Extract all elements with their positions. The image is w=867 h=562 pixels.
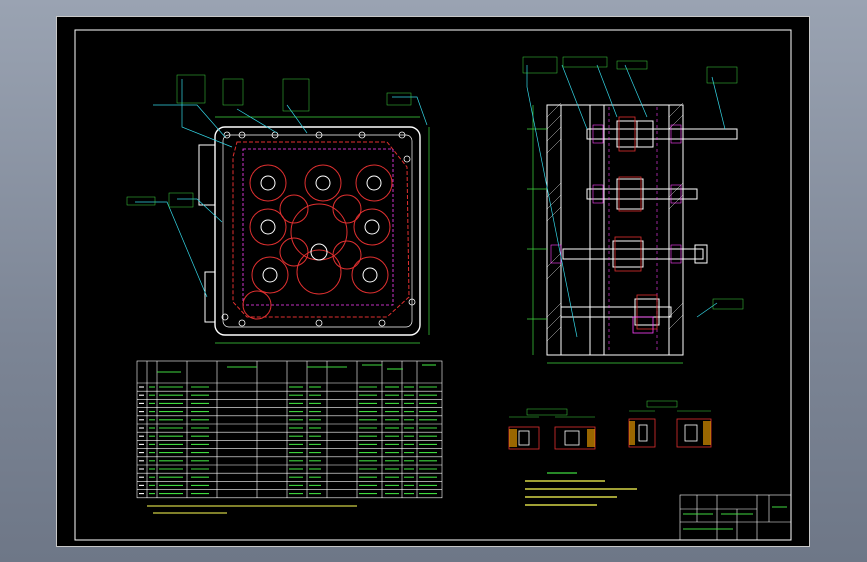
shafts (560, 120, 738, 326)
gear-6 (251, 256, 289, 294)
plan-leaders (135, 79, 428, 298)
gear-center-large (290, 203, 348, 261)
shaft-1 (586, 128, 738, 140)
housing-inner (222, 134, 413, 328)
gear-set (242, 164, 393, 320)
cad-drawing (74, 29, 792, 541)
parts-table (136, 360, 443, 499)
gear-7 (351, 256, 389, 294)
section-leaders (526, 64, 726, 338)
side-flange (198, 144, 216, 206)
bearings (550, 107, 682, 353)
plan-view (126, 74, 430, 344)
drawing-sheet (56, 16, 810, 547)
gear-center-lower (296, 249, 342, 295)
technical-notes (525, 472, 637, 506)
bolt-holes (221, 131, 416, 327)
gear-3 (355, 164, 393, 202)
title-block (679, 494, 792, 541)
section-wall-left (546, 104, 562, 356)
inner-border (74, 29, 792, 541)
table-footnote (147, 505, 357, 514)
shaft-4 (560, 306, 672, 318)
gear-2 (304, 164, 342, 202)
shaft-3 (562, 248, 704, 260)
plan-dimensions (215, 116, 430, 344)
detail-views (508, 400, 712, 450)
section-view (522, 56, 744, 364)
gear-1 (249, 164, 287, 202)
section-dimensions (527, 105, 683, 364)
